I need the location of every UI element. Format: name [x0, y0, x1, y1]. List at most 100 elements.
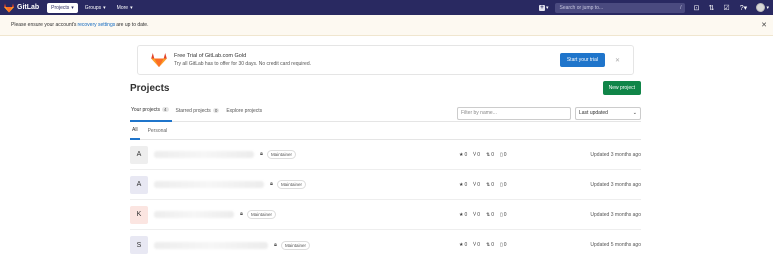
merge-request-icon: ⇅ [486, 211, 491, 218]
issue-count[interactable]: ▯ 0 [500, 212, 507, 218]
role-badge: Maintainer [246, 210, 276, 219]
project-stats: ★ 0 Ⴤ0 ⇅ 0 ▯ 0 [459, 182, 507, 188]
star-count[interactable]: ★ 0 [459, 212, 467, 218]
star-icon: ★ [459, 181, 464, 188]
merge-request-count[interactable]: ⇅ 0 [486, 182, 494, 188]
sort-select[interactable]: Last updated ⌄ [575, 106, 641, 120]
projects-main: Projects New project Your projects 4 Sta… [130, 80, 641, 260]
merge-request-icon: ⇅ [486, 151, 491, 158]
project-name-redacted[interactable] [154, 151, 254, 158]
search-input[interactable]: Search or jump to... / [555, 2, 686, 13]
issue-count[interactable]: ▯ 0 [500, 182, 507, 188]
gitlab-tanuki-icon [4, 3, 14, 12]
alert-text-after: are up to date. [116, 22, 149, 28]
close-icon[interactable]: ✕ [615, 57, 620, 64]
recovery-settings-alert: Please ensure your account's recovery se… [0, 15, 773, 36]
issue-count[interactable]: ▯ 0 [500, 152, 507, 158]
project-row[interactable]: A 🔒︎ Maintainer ★ 0 Ⴤ0 ⇅ 0 ▯ 0 Updated 3 mo… [130, 140, 641, 170]
plus-icon: + [538, 4, 545, 11]
fork-count[interactable]: Ⴤ0 [473, 152, 480, 158]
project-avatar: K [130, 205, 148, 224]
project-stats: ★ 0 Ⴤ0 ⇅ 0 ▯ 0 [459, 212, 507, 218]
issues-icon: ▯ [500, 151, 503, 158]
fork-value: 0 [477, 242, 481, 248]
merge-request-icon: ⇅ [486, 181, 491, 188]
issue-count[interactable]: ▯ 0 [500, 242, 507, 248]
new-dropdown-button[interactable]: + ▾ [538, 4, 548, 11]
star-count[interactable]: ★ 0 [459, 152, 467, 158]
top-navbar: GitLab Projects ▾ Groups ▾ More ▾ + ▾ Se… [0, 0, 773, 15]
project-name-redacted[interactable] [154, 211, 234, 218]
chevron-down-icon: ▾ [766, 4, 769, 11]
nav-projects[interactable]: Projects ▾ [47, 2, 78, 13]
filter-by-name-input[interactable]: Filter by name... [457, 106, 571, 120]
star-count[interactable]: ★ 0 [459, 242, 467, 248]
issues-icon: ▯ [500, 211, 503, 218]
role-badge: Maintainer [280, 240, 310, 250]
search-placeholder: Search or jump to... [559, 4, 604, 11]
project-name-redacted[interactable] [154, 181, 264, 188]
fork-count[interactable]: Ⴤ0 [473, 182, 480, 188]
issue-value: 0 [503, 242, 507, 248]
fork-value: 0 [477, 181, 481, 188]
lock-icon: 🔒︎ [274, 241, 277, 248]
tab-your-projects[interactable]: Your projects 4 [130, 105, 172, 122]
nav-projects-label: Projects [51, 4, 70, 11]
project-row[interactable]: S 🔒︎ Maintainer ★ 0 Ⴤ0 ⇅ 0 ▯ 0 Updated 5 mo… [130, 230, 641, 260]
recovery-settings-link[interactable]: recovery settings [77, 22, 115, 28]
project-name-redacted[interactable] [154, 241, 268, 249]
issues-icon[interactable]: ☑ [722, 4, 730, 12]
fork-value: 0 [477, 211, 481, 218]
project-row[interactable]: K 🔒︎ Maintainer ★ 0 Ⴤ0 ⇅ 0 ▯ 0 Updated 3 mo… [130, 200, 641, 230]
project-avatar: A [130, 175, 148, 194]
tab-starred-projects[interactable]: Starred projects 0 [175, 105, 223, 122]
fork-count[interactable]: Ⴤ0 [473, 242, 480, 248]
subtab-all[interactable]: All [130, 122, 140, 140]
star-icon: ★ [459, 242, 464, 248]
trial-title: Free Trial of GitLab.com Gold [174, 53, 247, 59]
alert-text-before: Please ensure your account's [11, 22, 77, 28]
merge-request-count[interactable]: ⇅ 0 [486, 212, 494, 218]
todo-icon[interactable]: ⊡ [692, 4, 700, 12]
start-trial-button[interactable]: Start your trial [559, 53, 605, 67]
gitlab-logo[interactable]: GitLab [4, 3, 39, 13]
new-project-button[interactable]: New project [602, 81, 641, 95]
close-icon[interactable]: ✕ [761, 21, 767, 29]
star-icon: ★ [459, 151, 464, 158]
nav-groups[interactable]: Groups ▾ [81, 3, 110, 13]
fork-value: 0 [477, 151, 481, 158]
merge-request-value: 0 [491, 151, 494, 158]
project-stats: ★ 0 Ⴤ0 ⇅ 0 ▯ 0 [459, 242, 507, 248]
star-value: 0 [464, 211, 468, 218]
lock-icon: 🔒︎ [260, 151, 263, 157]
user-menu[interactable]: ▾ [756, 3, 769, 12]
avatar [756, 3, 766, 12]
trial-banner: Free Trial of GitLab.com Gold Try all Gi… [137, 45, 634, 75]
nav-more[interactable]: More ▾ [113, 3, 137, 13]
merge-request-icon[interactable]: ⇅ [707, 4, 715, 12]
project-avatar: A [130, 145, 148, 164]
fork-icon: Ⴤ [473, 242, 477, 248]
star-count[interactable]: ★ 0 [459, 182, 467, 188]
subtab-personal[interactable]: Personal [146, 122, 170, 140]
merge-request-value: 0 [491, 211, 494, 218]
count-badge: 4 [162, 107, 169, 112]
merge-request-count[interactable]: ⇅ 0 [486, 242, 494, 248]
fork-icon: Ⴤ [473, 181, 477, 188]
issues-icon: ▯ [500, 242, 503, 248]
issue-value: 0 [503, 181, 507, 188]
role-badge: Maintainer [266, 150, 296, 159]
star-icon: ★ [459, 211, 464, 218]
tab-explore-projects[interactable]: Explore projects [225, 105, 265, 122]
star-value: 0 [464, 151, 468, 158]
merge-request-value: 0 [491, 181, 494, 188]
help-icon[interactable]: ?▾ [737, 4, 749, 12]
search-shortcut: / [680, 4, 682, 11]
updated-time: Updated 3 months ago [590, 211, 641, 218]
page-title: Projects [130, 82, 170, 94]
fork-count[interactable]: Ⴤ0 [473, 212, 480, 218]
brand-name: GitLab [17, 4, 40, 11]
filter-placeholder: Filter by name... [461, 110, 497, 116]
project-row[interactable]: A 🔒︎ Maintainer ★ 0 Ⴤ0 ⇅ 0 ▯ 0 Updated 3 mo… [130, 170, 641, 200]
merge-request-count[interactable]: ⇅ 0 [486, 152, 494, 158]
